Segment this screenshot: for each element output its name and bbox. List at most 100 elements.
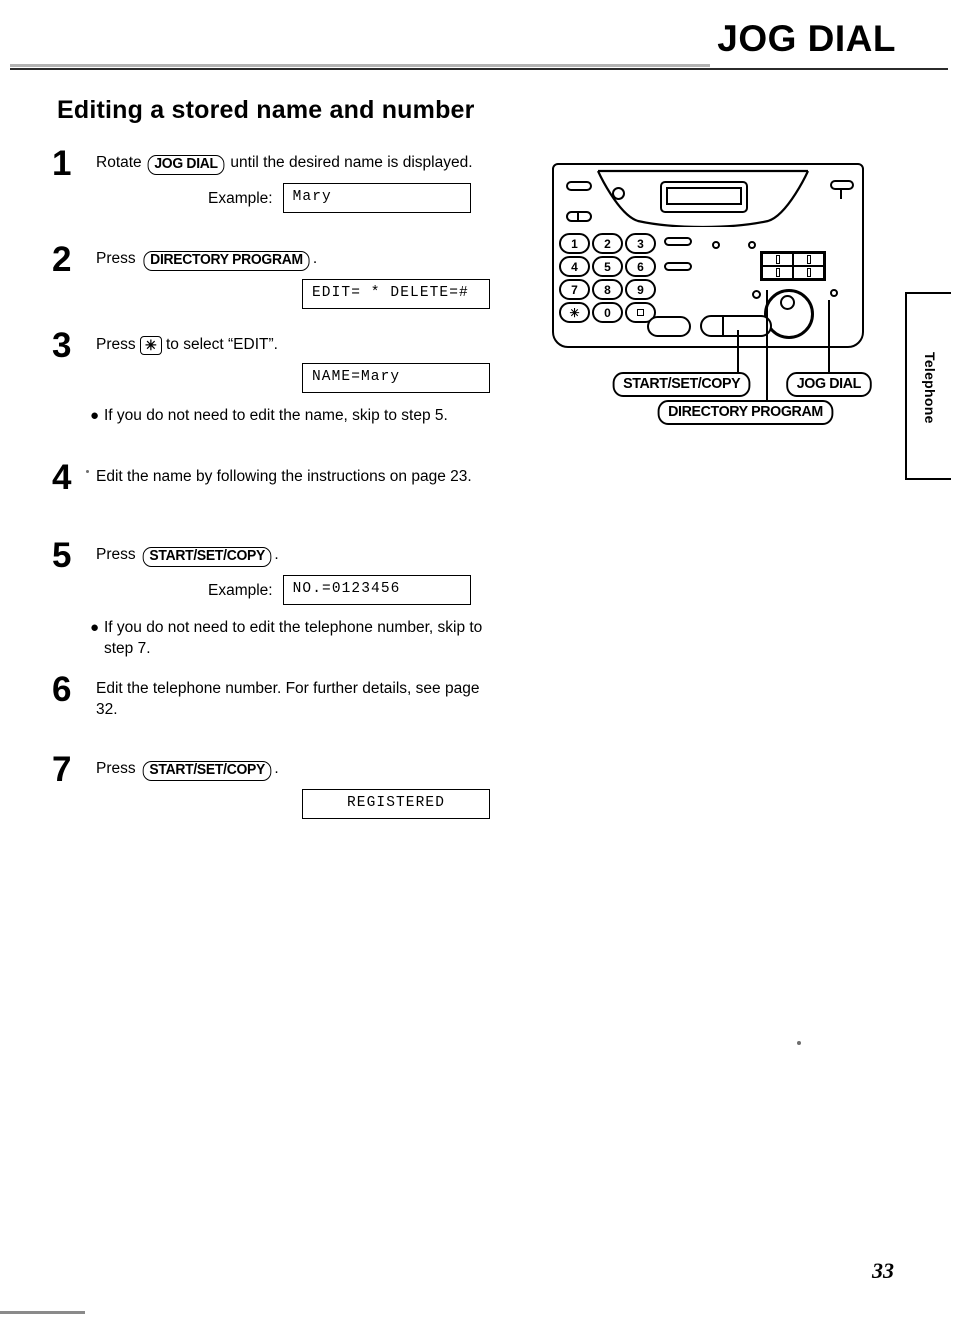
- scan-speck: [797, 1041, 801, 1045]
- bullet-dot: ●: [90, 407, 100, 424]
- bullet-dot: ●: [90, 619, 100, 636]
- header-divider: [10, 68, 948, 70]
- step-content: Press ✳ to select “EDIT”. NAME=Mary ● If…: [90, 334, 504, 426]
- indicator-lamp-3: [830, 289, 838, 297]
- directory-program-key-pill[interactable]: DIRECTORY PROGRAM: [143, 251, 310, 271]
- instruction-step-list: 1 Rotate JOG DIAL until the desired name…: [52, 146, 504, 838]
- step-number: 2: [52, 240, 72, 279]
- start-set-copy-button[interactable]: [700, 315, 772, 337]
- one-touch-key-3[interactable]: [762, 266, 793, 279]
- start-button-divider: [722, 316, 724, 336]
- key-6[interactable]: 6: [625, 256, 656, 277]
- step-content: Edit the name by following the instructi…: [96, 466, 486, 487]
- display-row: REGISTERED: [302, 789, 504, 819]
- leader-line-jog-dial: [828, 300, 830, 372]
- one-touch-key-2[interactable]: [793, 253, 824, 266]
- key-5[interactable]: 5: [592, 256, 623, 277]
- step-content: Press START/SET/COPY. REGISTERED: [96, 758, 504, 819]
- lcd-display: Mary: [282, 183, 471, 213]
- lcd-display: EDIT= * DELETE=#: [302, 279, 490, 309]
- step-number: 3: [52, 326, 72, 365]
- jog-dial-key-pill[interactable]: JOG DIAL: [147, 155, 225, 175]
- display-row: EDIT= * DELETE=#: [302, 279, 504, 309]
- step-content: Rotate JOG DIAL until the desired name i…: [96, 152, 504, 213]
- key-2[interactable]: 2: [592, 233, 623, 254]
- step-text-tail: to select “EDIT”.: [165, 336, 278, 353]
- one-touch-slot-icon: [775, 255, 780, 264]
- key-asterisk[interactable]: ✳: [559, 302, 590, 323]
- key-7[interactable]: 7: [559, 279, 590, 300]
- hash-key-glyph: [637, 309, 644, 316]
- key-9[interactable]: 9: [625, 279, 656, 300]
- step-instruction: Press ✳ to select “EDIT”.: [96, 334, 504, 355]
- start-set-copy-key-pill[interactable]: START/SET/COPY: [142, 761, 272, 781]
- key-1[interactable]: 1: [559, 233, 590, 254]
- step-text-tail: .: [274, 546, 279, 563]
- one-touch-dial-block[interactable]: [760, 251, 826, 281]
- step-content: Press START/SET/COPY. Example: NO.=01234…: [90, 544, 504, 659]
- example-display-row: Example: NO.=0123456: [208, 575, 504, 605]
- page-number: 33: [872, 1258, 894, 1283]
- function-oval-button-2[interactable]: [664, 262, 692, 271]
- step-instruction: Edit the name by following the instructi…: [96, 468, 472, 485]
- leader-line-directory-program: [766, 290, 768, 400]
- start-set-copy-key-pill[interactable]: START/SET/COPY: [142, 547, 272, 567]
- one-touch-key-1[interactable]: [762, 253, 793, 266]
- page-title: JOG DIAL: [717, 18, 896, 59]
- step-item: 5 Press START/SET/COPY. Example: NO.=012…: [52, 538, 504, 678]
- numeric-keypad[interactable]: 1 2 3 4 5 6 7 8 9 ✳ 0: [559, 233, 658, 325]
- step-item: 3 Press ✳ to select “EDIT”. NAME=Mary ● …: [52, 328, 504, 466]
- scan-speck: [86, 470, 89, 473]
- section-tab-telephone: Telephone: [905, 292, 951, 480]
- key-8[interactable]: 8: [592, 279, 623, 300]
- step-text-lead: Press: [96, 250, 136, 267]
- directory-program-button[interactable]: [752, 290, 761, 299]
- step-text-tail: .: [312, 250, 318, 267]
- asterisk-key[interactable]: ✳: [139, 336, 162, 355]
- key-0[interactable]: 0: [592, 302, 623, 323]
- step-text-tail: until the desired name is displayed.: [230, 154, 473, 171]
- one-touch-key-4[interactable]: [793, 266, 824, 279]
- key-3[interactable]: 3: [625, 233, 656, 254]
- handset-button[interactable]: [647, 316, 691, 337]
- step-number: 5: [52, 536, 72, 575]
- key-4[interactable]: 4: [559, 256, 590, 277]
- example-label: Example:: [208, 189, 273, 207]
- console-round-button[interactable]: [612, 187, 625, 200]
- example-label: Example:: [208, 581, 273, 599]
- one-touch-slot-icon: [806, 268, 811, 277]
- example-display-row: Example: Mary: [208, 183, 504, 213]
- step-item: 1 Rotate JOG DIAL until the desired name…: [52, 146, 504, 248]
- left-oval-button-1[interactable]: [566, 181, 592, 191]
- step-item: 4 Edit the name by following the instruc…: [52, 460, 504, 544]
- indicator-lamp-2: [748, 241, 756, 249]
- fax-machine-diagram: 1 2 3 4 5 6 7 8 9 ✳ 0: [552, 163, 864, 348]
- left-oval-button-2[interactable]: [566, 211, 592, 222]
- step-note: ● If you do not need to edit the telepho…: [90, 617, 496, 659]
- step-content: Press DIRECTORY PROGRAM. EDIT= * DELETE=…: [96, 248, 504, 309]
- callout-jog-dial: JOG DIAL: [786, 372, 872, 397]
- section-tab-label: Telephone: [922, 352, 938, 424]
- step-item: 6 Edit the telephone number. For further…: [52, 672, 504, 758]
- step-item: 2 Press DIRECTORY PROGRAM. EDIT= * DELET…: [52, 242, 504, 334]
- right-button-stem: [840, 190, 842, 199]
- step-text-lead: Press: [96, 546, 136, 563]
- one-touch-slot-icon: [775, 268, 780, 277]
- step-text-lead: Press: [96, 760, 136, 777]
- function-oval-button-1[interactable]: [664, 237, 692, 246]
- device-lcd-screen: [666, 187, 742, 205]
- step-instruction: Press START/SET/COPY.: [96, 758, 504, 781]
- step-number: 1: [52, 144, 72, 183]
- step-number: 4: [52, 458, 72, 497]
- lcd-display: NO.=0123456: [282, 575, 471, 605]
- step-text-lead: Press: [96, 336, 136, 353]
- jog-dial-knob[interactable]: [780, 295, 795, 310]
- step-note-text: If you do not need to edit the name, ski…: [104, 407, 448, 424]
- one-touch-slot-icon: [806, 255, 811, 264]
- step-note: ● If you do not need to edit the name, s…: [90, 405, 504, 426]
- step-text-tail: .: [274, 760, 279, 777]
- right-oval-button[interactable]: [830, 180, 854, 190]
- step-instruction: Press DIRECTORY PROGRAM.: [96, 248, 504, 271]
- left-oval-button-2-divider: [577, 211, 579, 222]
- lcd-display: REGISTERED: [302, 789, 490, 819]
